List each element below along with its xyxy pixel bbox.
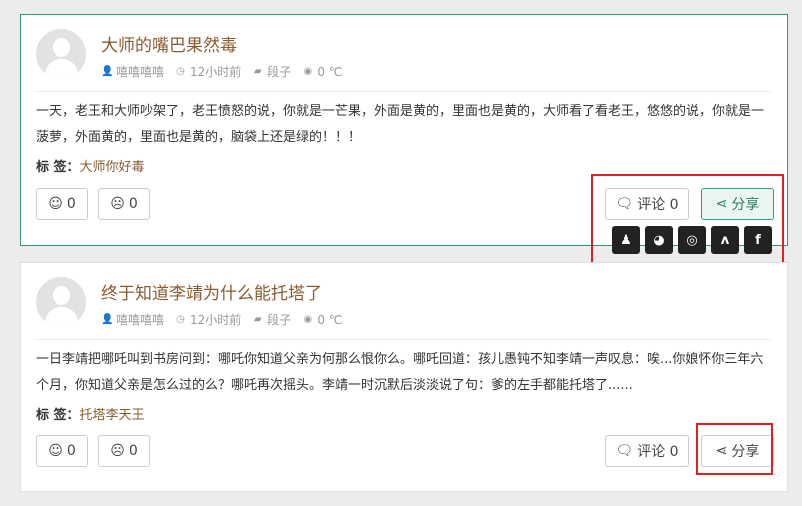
clock-icon: ◷ bbox=[176, 66, 185, 77]
user-icon: 👤 bbox=[101, 314, 114, 325]
like-button[interactable]: ☺ 0 bbox=[36, 435, 88, 467]
highlight-box bbox=[696, 423, 773, 475]
tags-label: 标 签： bbox=[36, 408, 80, 423]
comment-button[interactable]: 🗨 评论 0 bbox=[605, 435, 689, 467]
clock-icon: ◷ bbox=[176, 314, 185, 325]
post-time: 12小时前 bbox=[190, 313, 242, 327]
category[interactable]: 段子 bbox=[267, 311, 291, 328]
post-card: 终于知道李靖为什么能托塔了 👤 嘻嘻嘻嘻 ◷ 12小时前 ▰ 段子 ◉ 0 ℃ 一日李靖… bbox=[20, 262, 788, 492]
author[interactable]: 嘻嘻嘻嘻 bbox=[116, 63, 164, 80]
smile-icon: ☺ bbox=[48, 196, 63, 212]
post-time: 12小时前 bbox=[190, 65, 242, 79]
post-title[interactable]: 终于知道李靖为什么能托塔了 bbox=[101, 279, 322, 304]
eye-icon: ◉ bbox=[303, 314, 313, 325]
divider bbox=[36, 91, 772, 92]
frown-icon: ☹ bbox=[110, 196, 125, 212]
user-icon: 👤 bbox=[101, 66, 114, 77]
comment-icon: 🗨 bbox=[615, 443, 634, 459]
folder-icon: ▰ bbox=[253, 66, 262, 77]
post-tags: 标 签：托塔李天王 bbox=[36, 404, 145, 423]
post-meta: 👤 嘻嘻嘻嘻 ◷ 12小时前 ▰ 段子 ◉ 0 ℃ bbox=[101, 311, 342, 328]
post-content: 一日李靖把哪吒叫到书房问到：哪吒你知道父亲为何那么恨你么。哪吒回道：孩儿愚钝不知… bbox=[36, 352, 764, 393]
dislike-button[interactable]: ☹ 0 bbox=[98, 188, 150, 220]
temperature: 0 ℃ bbox=[317, 64, 343, 79]
dislike-button[interactable]: ☹ 0 bbox=[98, 435, 150, 467]
tag-link[interactable]: 大师你好毒 bbox=[80, 160, 145, 175]
avatar[interactable] bbox=[36, 29, 86, 79]
folder-icon: ▰ bbox=[253, 314, 262, 325]
divider bbox=[36, 339, 772, 340]
smile-icon: ☺ bbox=[48, 443, 63, 459]
eye-icon: ◉ bbox=[303, 66, 313, 77]
post-meta: 👤 嘻嘻嘻嘻 ◷ 12小时前 ▰ 段子 ◉ 0 ℃ bbox=[101, 63, 342, 80]
temperature: 0 ℃ bbox=[317, 312, 343, 327]
post-tags: 标 签：大师你好毒 bbox=[36, 156, 145, 175]
category[interactable]: 段子 bbox=[267, 63, 291, 80]
author[interactable]: 嘻嘻嘻嘻 bbox=[116, 311, 164, 328]
tag-link[interactable]: 托塔李天王 bbox=[80, 408, 145, 423]
post-content: 一天，老王和大师吵架了，老王愤怒的说，你就是一芒果，外面是黄的，里面也是黄的，大… bbox=[36, 104, 765, 145]
frown-icon: ☹ bbox=[110, 443, 125, 459]
highlight-box bbox=[591, 174, 784, 264]
avatar[interactable] bbox=[36, 277, 86, 327]
like-button[interactable]: ☺ 0 bbox=[36, 188, 88, 220]
tags-label: 标 签： bbox=[36, 160, 80, 175]
post-title[interactable]: 大师的嘴巴果然毒 bbox=[101, 31, 237, 56]
